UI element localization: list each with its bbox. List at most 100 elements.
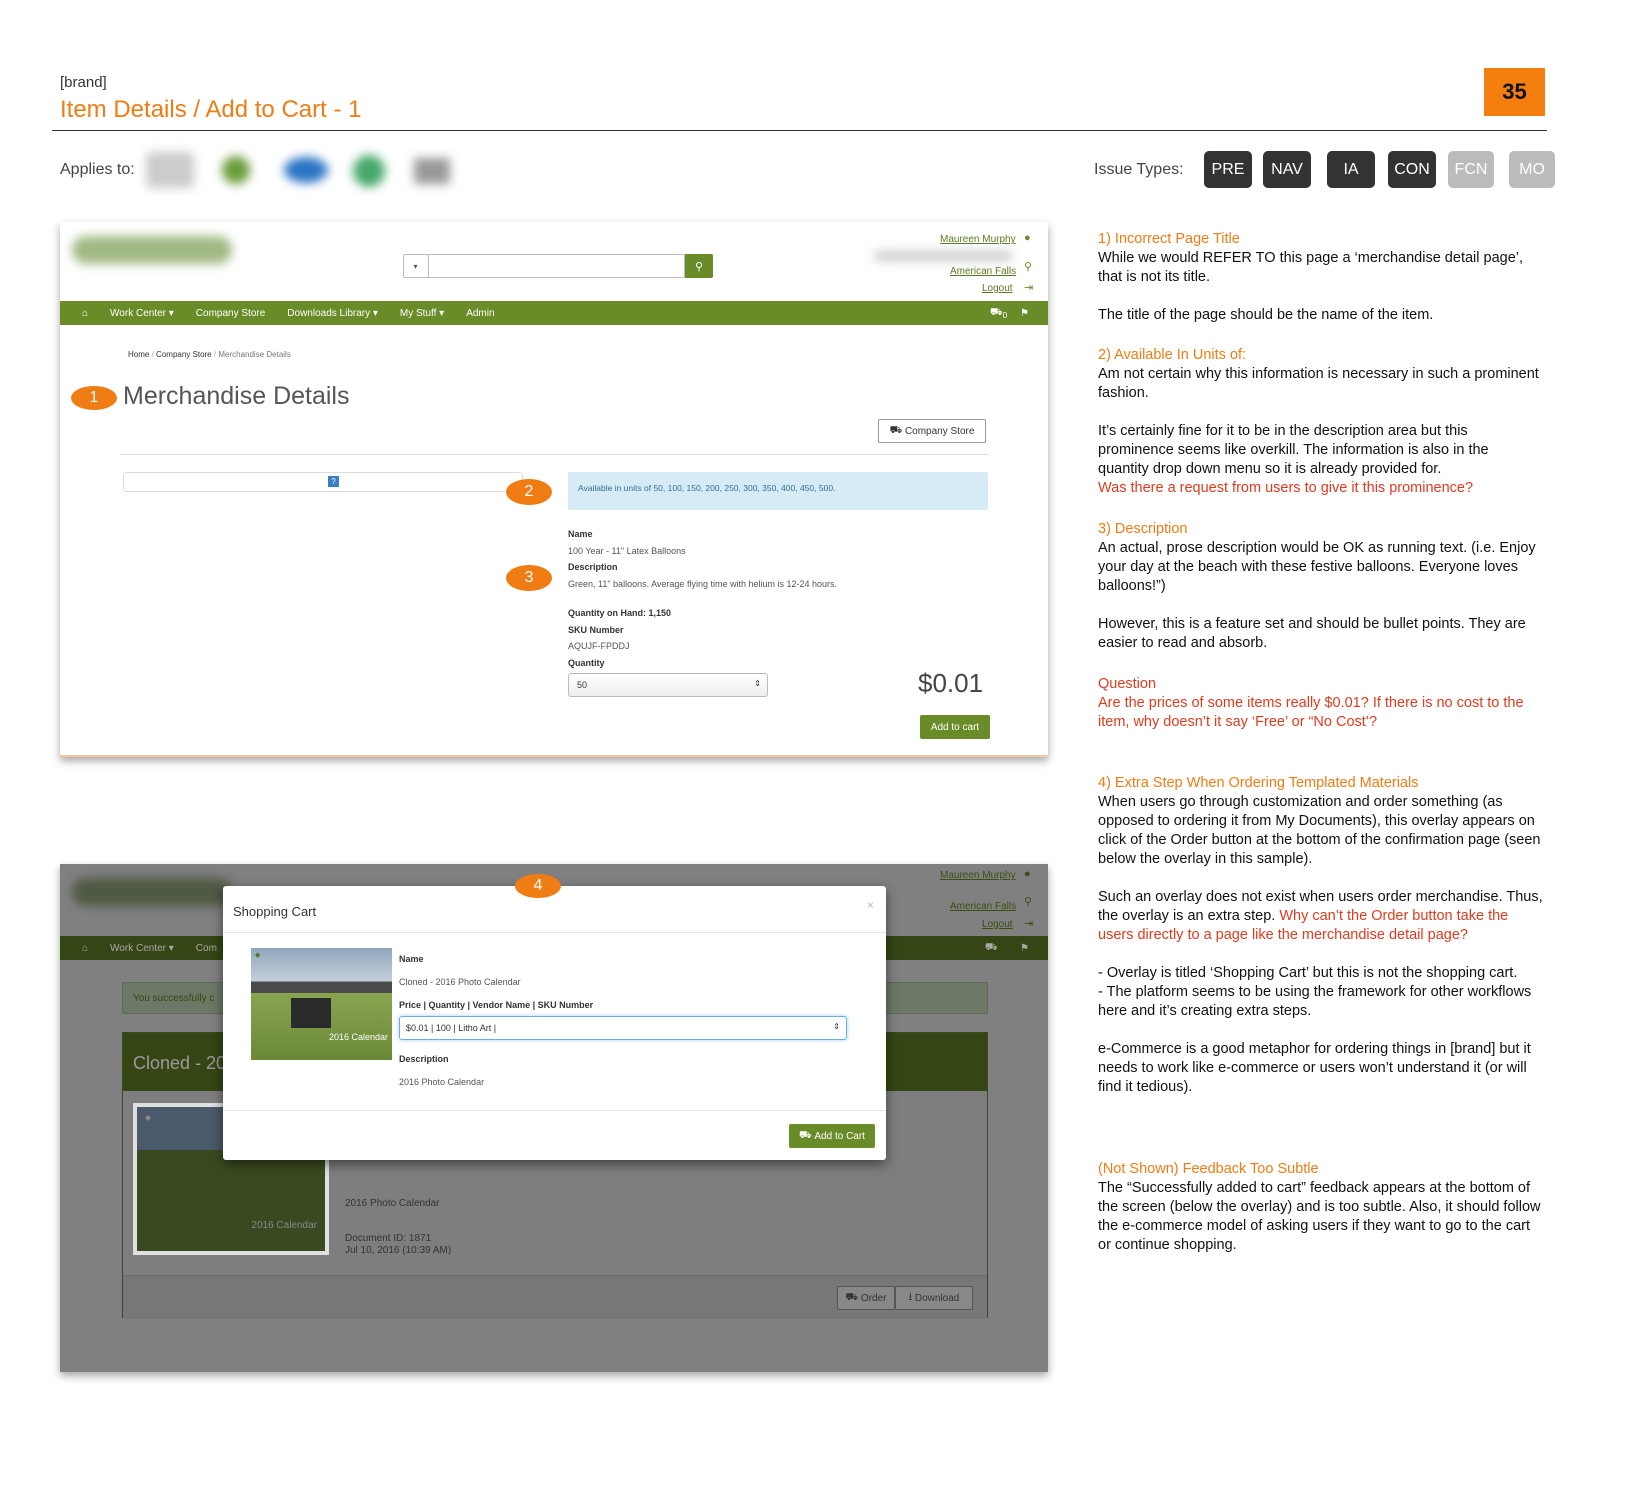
- note-1-text: While we would REFER TO this page a ‘mer…: [1098, 250, 1524, 285]
- location-link[interactable]: American Falls: [950, 901, 1016, 912]
- modal-name-value: Cloned - 2016 Photo Calendar: [399, 977, 521, 987]
- blurred-site-logo: [72, 878, 232, 906]
- sku-label: SKU Number: [568, 624, 624, 635]
- merchandise-details-screenshot: ▾ ⚲ Maureen Murphy ● American Falls ⚲ Lo…: [60, 222, 1048, 757]
- question-text: Are the prices of some items really $0.0…: [1098, 695, 1524, 730]
- nav-company-store[interactable]: Com: [196, 943, 217, 954]
- modal-title: Shopping Cart: [233, 904, 317, 919]
- issue-tag-nav: NAV: [1263, 151, 1311, 188]
- note-1-text-2: The title of the page should be the name…: [1098, 307, 1434, 323]
- nav-company-store[interactable]: Company Store: [196, 308, 265, 319]
- download-button[interactable]: ⭳ Download: [895, 1286, 973, 1310]
- blurred-logo: [284, 157, 328, 183]
- logout-link[interactable]: Logout: [982, 919, 1013, 930]
- search-input[interactable]: [403, 254, 685, 278]
- cart-icon: ⛟: [889, 424, 905, 436]
- search-scope-dropdown[interactable]: ▾: [403, 254, 429, 278]
- note-5: (Not Shown) Feedback Too Subtle The “Suc…: [1098, 1160, 1543, 1255]
- annotation-badge-4: 4: [515, 874, 561, 898]
- modal-description-label: Description: [399, 1054, 449, 1064]
- note-2: 2) Available In Units of: Am not certain…: [1098, 346, 1543, 498]
- add-to-cart-button[interactable]: Add to cart: [920, 715, 990, 739]
- document-title: 2016 Photo Calendar: [345, 1198, 440, 1209]
- modal-footer-divider: [223, 1110, 886, 1111]
- sku-value: AQUJF-FPDDJ: [568, 641, 630, 651]
- home-icon[interactable]: ⌂: [82, 943, 88, 954]
- blurred-logo: [146, 152, 194, 188]
- blurred-logo: [222, 156, 250, 184]
- note-1: 1) Incorrect Page Title While we would R…: [1098, 230, 1543, 325]
- note-4: 4) Extra Step When Ordering Templated Ma…: [1098, 774, 1543, 1097]
- note-question: Question Are the prices of some items re…: [1098, 675, 1543, 732]
- language-icon[interactable]: ⚑: [1020, 943, 1029, 954]
- annotation-badge-2: 2: [506, 479, 552, 505]
- close-icon[interactable]: ×: [867, 898, 874, 912]
- issue-tag-con: CON: [1388, 151, 1436, 188]
- home-icon[interactable]: ⌂: [82, 308, 88, 319]
- blurred-org-name: [874, 251, 1012, 261]
- nav-work-center[interactable]: Work Center ▾: [110, 943, 174, 954]
- page-number: 35: [1484, 68, 1545, 116]
- title-divider: [52, 130, 1547, 131]
- name-value: 100 Year - 11" Latex Balloons: [568, 545, 686, 556]
- quantity-on-hand: Quantity on Hand: 1,150: [568, 608, 672, 618]
- units-notice: Available in units of 50, 100, 150, 200,…: [568, 472, 988, 510]
- modal-add-to-cart-button[interactable]: ⛟ Add to Cart: [789, 1124, 875, 1148]
- order-button[interactable]: ⛟ Order: [837, 1286, 895, 1310]
- shopping-cart-overlay-screenshot: Maureen Murphy ● American Falls ⚲ Logout…: [60, 864, 1048, 1372]
- modal-price-label: Price | Quantity | Vendor Name | SKU Num…: [399, 1000, 594, 1010]
- note-4-text-3: - Overlay is titled ‘Shopping Cart’ but …: [1098, 965, 1518, 981]
- note-1-title: 1) Incorrect Page Title: [1098, 231, 1240, 247]
- issue-tag-fcn: FCN: [1448, 151, 1494, 188]
- user-icon: ●: [1024, 232, 1031, 244]
- blurred-site-logo: [72, 236, 232, 264]
- map-pin-icon: ⚲: [1024, 896, 1033, 908]
- note-4-title: 4) Extra Step When Ordering Templated Ma…: [1098, 775, 1419, 791]
- note-2-text: Am not certain why this information is n…: [1098, 366, 1539, 401]
- description-value: Green, 11" balloons. Average flying time…: [568, 578, 838, 589]
- map-pin-icon: ⚲: [1024, 261, 1033, 273]
- modal-divider: [223, 932, 886, 933]
- note-3: 3) Description An actual, prose descript…: [1098, 520, 1543, 653]
- company-store-button[interactable]: ⛟ Company Store: [878, 419, 986, 443]
- document-meta: Document ID: 1871 Jul 10, 2016 (10:39 AM…: [345, 1233, 451, 1257]
- cart-icon[interactable]: ⛟: [985, 942, 998, 955]
- product-info: Name 100 Year - 11" Latex Balloons Descr…: [568, 526, 837, 671]
- language-icon[interactable]: ⚑: [1020, 308, 1029, 319]
- breadcrumb-current: Merchandise Details: [218, 350, 291, 359]
- cart-icon: ⛟: [845, 1291, 861, 1303]
- breadcrumb-company-store[interactable]: Company Store: [156, 350, 212, 359]
- location-link[interactable]: American Falls: [950, 266, 1016, 277]
- quantity-select[interactable]: 50 ⇕: [568, 673, 768, 697]
- user-icon: ●: [1024, 868, 1031, 880]
- price-quantity-select[interactable]: $0.01 | 100 | Litho Art | ⇕: [399, 1016, 847, 1040]
- user-name-link[interactable]: Maureen Murphy: [940, 870, 1016, 881]
- modal-add-to-cart-label: Add to Cart: [814, 1130, 865, 1142]
- user-name-link[interactable]: Maureen Murphy: [940, 234, 1016, 245]
- issue-types-label: Issue Types:: [1094, 161, 1184, 178]
- applies-to-label: Applies to:: [60, 161, 135, 178]
- modal-description: Description 2016 Photo Calendar: [399, 1048, 484, 1094]
- broken-image-icon: ?: [328, 476, 339, 487]
- search-icon[interactable]: ⚲: [685, 254, 713, 278]
- modal-description-value: 2016 Photo Calendar: [399, 1077, 485, 1087]
- note-4-text: When users go through customization and …: [1098, 794, 1541, 867]
- blurred-logo: [353, 155, 385, 187]
- northwest-logo: ◆: [255, 952, 261, 959]
- quantity-label: Quantity: [568, 657, 605, 668]
- nav-downloads-library[interactable]: Downloads Library ▾: [287, 308, 378, 319]
- cart-icon[interactable]: ⛟0: [990, 307, 1007, 320]
- note-2-title: 2) Available In Units of:: [1098, 347, 1247, 363]
- note-4-text-5: e-Commerce is a good metaphor for orderi…: [1098, 1041, 1531, 1095]
- barn-image: [291, 998, 331, 1028]
- calendar-caption: 2016 Calendar: [251, 1220, 317, 1231]
- price-quantity-value: $0.01 | 100 | Litho Art |: [406, 1023, 497, 1033]
- nav-my-stuff[interactable]: My Stuff ▾: [400, 308, 444, 319]
- nav-work-center[interactable]: Work Center ▾: [110, 308, 174, 319]
- company-store-button-label: Company Store: [904, 425, 975, 437]
- price: $0.01: [918, 668, 984, 698]
- breadcrumb-home[interactable]: Home: [128, 350, 149, 359]
- nav-admin[interactable]: Admin: [466, 308, 494, 319]
- logout-link[interactable]: Logout: [982, 283, 1013, 294]
- main-nav: ⌂ Work Center ▾ Company Store Downloads …: [60, 301, 1048, 325]
